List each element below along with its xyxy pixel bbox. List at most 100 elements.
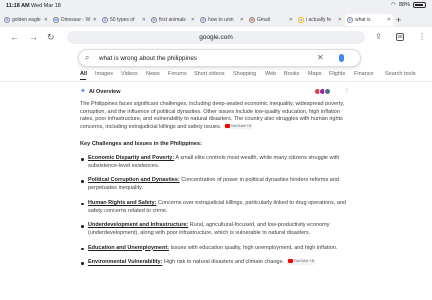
status-date: Wed Mar 18 (31, 3, 61, 9)
sparkle-icon: ✦ (80, 88, 86, 95)
source-avatars[interactable] (314, 88, 331, 95)
tab-title: Dinosaur - W (61, 17, 91, 23)
issue-title: Economic Disparity and Poverty: (88, 155, 175, 162)
wikipedia-favicon-icon: W (53, 17, 59, 23)
tab-maps[interactable]: Maps (308, 71, 321, 77)
share-icon[interactable]: ⇪ (375, 32, 382, 41)
youtube-icon (287, 259, 293, 263)
close-tab-icon[interactable]: ✕ (93, 17, 97, 23)
list-item: Underdevelopment and Infrastructure: Rur… (81, 222, 352, 237)
tab-how-to-uninstall[interactable]: Ghow to unin ✕ (198, 14, 246, 26)
close-tab-icon[interactable]: ✕ (289, 17, 293, 23)
tab-50-types[interactable]: G 50 types of ✕ (100, 14, 148, 26)
ai-overview-header: ✦ AI Overview ⋮ (80, 87, 352, 97)
issue-text: Issues with education quality, high unem… (168, 244, 338, 251)
more-options-icon[interactable]: ⋮ (344, 87, 350, 94)
microphone-icon[interactable] (339, 54, 344, 62)
tab-videos[interactable]: Videos (121, 71, 138, 77)
close-tab-icon[interactable]: ✕ (191, 17, 195, 23)
ai-overview-intro: The Philippines faces significant challe… (80, 101, 352, 132)
active-tab-underline (80, 79, 86, 80)
source-chip[interactable]: YouTube +8 (222, 124, 254, 130)
battery-fill (415, 4, 423, 6)
list-item: Environmental Vulnerability: High risk t… (81, 259, 352, 267)
source-chip-label: YouTube +8 (230, 124, 252, 129)
close-tab-icon[interactable]: ✕ (44, 17, 48, 23)
intro-text: The Philippines faces significant challe… (80, 101, 345, 131)
ai-overview: ✦ AI Overview ⋮ The Philippines faces si… (80, 87, 352, 274)
new-tab-icon[interactable]: + (396, 15, 401, 25)
google-favicon-icon: G (200, 17, 206, 23)
source-avatar (324, 88, 331, 95)
tab-title: i actually fe (306, 17, 332, 23)
ai-overview-label: AI Overview (89, 89, 121, 95)
close-tab-icon[interactable]: ✕ (240, 17, 244, 23)
issue-text: High risk to natural disasters and clima… (162, 259, 285, 266)
tab-books[interactable]: Books (284, 71, 299, 77)
google-favicon-icon: G (347, 17, 353, 23)
tab-news[interactable]: News (146, 71, 160, 77)
tab-golden-eagle[interactable]: Ggolden eagle ✕ (2, 14, 50, 26)
issue-title: Political Corruption and Dynasties: (88, 177, 180, 184)
status-bar: 11:18 AM Wed Mar 18 ◠ 88% (0, 0, 432, 13)
google-favicon-icon: G (102, 17, 108, 23)
battery-percent: 88% (398, 2, 410, 8)
tab-finance[interactable]: Finance (354, 71, 374, 77)
tab-title: Gmail (257, 17, 271, 23)
source-chip-label: YouTube +8 (293, 259, 314, 264)
issue-title: Human Rights and Safety: (88, 199, 157, 206)
reload-icon[interactable]: ↻ (47, 32, 55, 43)
status-indicators: ◠ 88% (391, 2, 426, 8)
youtube-icon (224, 124, 230, 128)
google-favicon-icon: G (151, 17, 157, 23)
tab-forums[interactable]: Forums (168, 71, 187, 77)
tab-gmail[interactable]: M Gmail ✕ (247, 14, 295, 26)
tab-i-actually[interactable]: ● i actually fe ✕ (296, 14, 344, 26)
tab-web[interactable]: Web (265, 71, 276, 77)
tab-shopping[interactable]: Shopping (233, 71, 256, 77)
tab-title: first animals (159, 17, 186, 23)
list-item: Education and Unemployment: Issues with … (81, 244, 352, 253)
google-favicon-icon: G (4, 17, 10, 23)
chrome-favicon-icon: ● (298, 17, 304, 23)
close-tab-icon[interactable]: ✕ (387, 17, 391, 23)
tab-title: 50 types of (110, 17, 135, 23)
tab-first-animals[interactable]: Gfirst animals ✕ (149, 14, 197, 26)
list-item: Human Rights and Safety: Concerns over e… (81, 199, 352, 215)
clear-icon[interactable]: ✕ (317, 53, 324, 62)
browser-toolbar: ← → ↻ google.com ⇪ 26 ⋮ (0, 27, 432, 49)
back-icon[interactable]: ← (10, 32, 19, 42)
forward-icon[interactable]: → (29, 32, 38, 42)
tab-bar: Ggolden eagle ✕ W Dinosaur - W ✕ G 50 types … (0, 13, 432, 27)
search-input[interactable]: what is wrong about the philippines (99, 55, 197, 62)
issues-list: Economic Disparity and Poverty: A small … (80, 155, 352, 267)
status-time: 11:18 AM (6, 3, 30, 9)
issue-title: Environmental Vulnerability: (88, 259, 163, 266)
tab-title: golden eagle (12, 17, 41, 23)
source-chip[interactable]: YouTube +8 (285, 259, 316, 265)
menu-icon[interactable]: ⋮ (418, 32, 426, 41)
issue-title: Education and Unemployment: (88, 244, 169, 251)
search-filter-tabs: All Images Videos News Forums Short vide… (80, 70, 432, 80)
gmail-favicon-icon: M (249, 17, 255, 23)
list-item: Economic Disparity and Poverty: A small … (81, 155, 352, 170)
search-icon: ⌕ (85, 53, 90, 62)
close-tab-icon[interactable]: ✕ (142, 17, 146, 23)
tab-title: how to unin (208, 17, 234, 23)
tab-search-tools[interactable]: Search tools (385, 71, 416, 77)
tab-dinosaur[interactable]: W Dinosaur - W ✕ (51, 14, 99, 26)
address-bar[interactable]: google.com (67, 31, 365, 44)
search-box[interactable]: ⌕ what is wrong about the philippines ✕ (78, 49, 361, 67)
tab-all[interactable]: All (80, 71, 87, 77)
tab-flights[interactable]: Flights (329, 71, 345, 77)
wifi-icon: ◠ (391, 2, 396, 8)
tab-short-videos[interactable]: Short videos (194, 71, 225, 77)
tab-images[interactable]: Images (95, 71, 113, 77)
close-tab-icon[interactable]: ✕ (338, 17, 342, 23)
tab-active-search[interactable]: Gwhat is ✕ (345, 14, 393, 26)
section-heading: Key Challenges and Issues in the Philipp… (80, 141, 202, 148)
header-divider (0, 81, 432, 82)
issue-title: Underdevelopment and Infrastructure: (88, 222, 189, 229)
tab-switcher-button[interactable]: 26 (396, 33, 404, 41)
battery-icon (413, 2, 426, 8)
